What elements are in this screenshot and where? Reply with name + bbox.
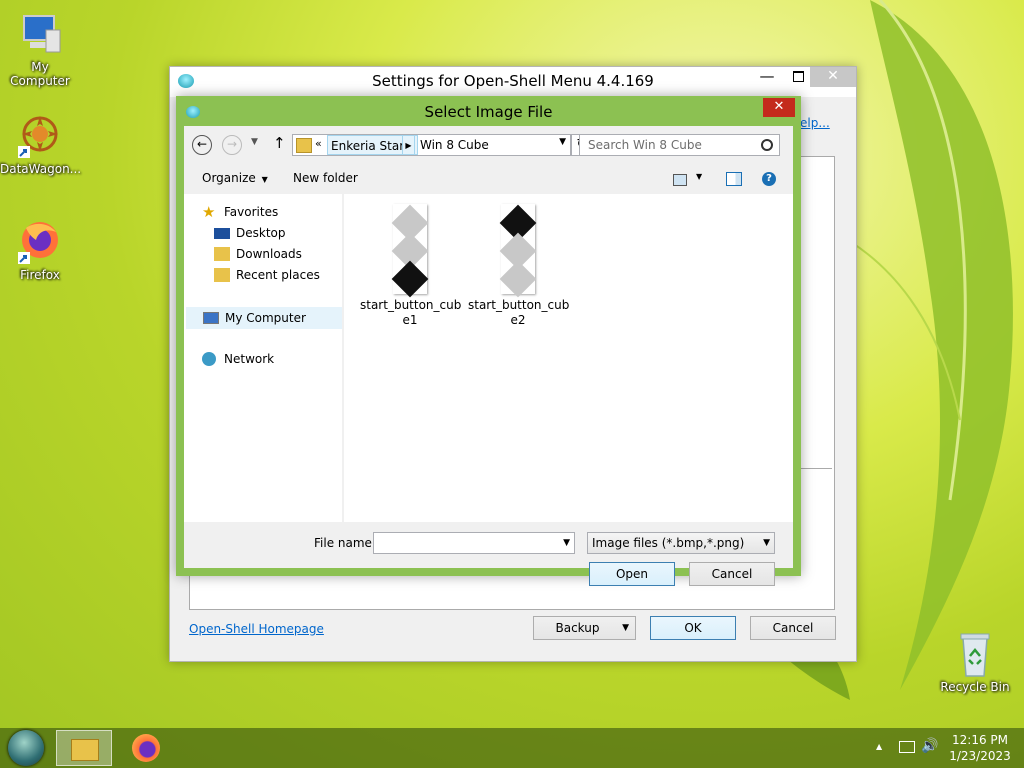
desktop-icon-recycle-bin[interactable]: Recycle Bin	[935, 630, 1015, 694]
taskbar: ▲ 🔊 12:16 PM 1/23/2023	[0, 728, 1024, 768]
file-type-select[interactable]: Image files (*.bmp,*.png) ▼	[587, 532, 775, 554]
organize-button[interactable]: Organize ▼	[202, 171, 268, 185]
image-thumbnail	[499, 204, 537, 298]
preview-pane-icon[interactable]	[726, 172, 742, 186]
dialog-close-button[interactable]: ✕	[763, 98, 795, 117]
chevron-down-icon: ▼	[261, 175, 268, 184]
search-icon	[761, 139, 773, 151]
nav-favorites[interactable]: ★ Favorites	[202, 202, 342, 222]
chevron-down-icon: ▼	[763, 538, 770, 548]
backup-button[interactable]: Backup ▼	[533, 616, 636, 640]
breadcrumb-current[interactable]: Win 8 Cube	[420, 135, 489, 155]
network-icon	[202, 352, 216, 366]
file-list: start_button_cub e1 start_button_cub e2	[344, 194, 793, 522]
start-button[interactable]	[8, 730, 44, 766]
desktop-icon-label: My Computer	[10, 60, 70, 88]
desktop-icon-label: Firefox	[20, 268, 60, 282]
help-icon[interactable]: ?	[762, 172, 776, 186]
folder-icon	[296, 138, 312, 153]
folder-icon	[71, 739, 99, 761]
dropdown-arrow-icon: ▼	[622, 623, 629, 633]
open-shell-icon	[178, 74, 194, 88]
nav-my-computer[interactable]: My Computer	[186, 307, 342, 329]
file-name-line2: e2	[510, 313, 526, 327]
chevron-down-icon[interactable]: ▼	[563, 533, 570, 553]
image-thumbnail	[391, 204, 429, 298]
homepage-link[interactable]: Open-Shell Homepage	[189, 622, 324, 636]
file-name-label: File name:	[314, 536, 376, 550]
address-dropdown-icon[interactable]: ▼	[559, 137, 566, 147]
nav-desktop[interactable]: Desktop	[214, 223, 342, 243]
star-icon: ★	[202, 203, 216, 221]
clock[interactable]: 12:16 PM 1/23/2023	[945, 732, 1015, 764]
navigation-pane: ★ Favorites Desktop Downloads Recent pla…	[184, 194, 342, 522]
settings-titlebar[interactable]: Settings for Open-Shell Menu 4.4.169 — ✕	[170, 67, 856, 97]
file-name-input[interactable]: ▼	[373, 532, 575, 554]
up-button[interactable]: ↑	[273, 134, 286, 152]
address-bar[interactable]: « Enkeria Star... ▶ Win 8 Cube ▼	[292, 134, 571, 156]
file-item[interactable]: start_button_cub e1	[360, 204, 462, 328]
open-button[interactable]: Open	[589, 562, 675, 586]
maximize-button[interactable]	[793, 71, 804, 82]
view-options-icon[interactable]	[673, 174, 687, 186]
datawagon-icon	[16, 112, 64, 160]
back-button[interactable]: ←	[192, 135, 212, 155]
select-image-dialog: Select Image File ✕ ← → ▼ ↑ « Enkeria St…	[176, 96, 801, 586]
divider	[800, 468, 832, 469]
dialog-body: ← → ▼ ↑ « Enkeria Star... ▶ Win 8 Cube ▼…	[184, 126, 793, 586]
show-hidden-icons-icon[interactable]: ▲	[876, 742, 882, 751]
command-bar: Organize ▼ New folder ▼ ?	[184, 164, 793, 194]
firefox-taskbar-button[interactable]	[130, 732, 162, 764]
recent-locations-chevron-icon[interactable]: ▼	[251, 137, 258, 147]
file-explorer-taskbar-button[interactable]	[56, 730, 112, 766]
nav-network[interactable]: Network	[202, 349, 342, 369]
desktop-icon-label: DataWagon...	[0, 162, 82, 176]
settings-title: Settings for Open-Shell Menu 4.4.169	[372, 72, 654, 90]
search-box[interactable]: Search Win 8 Cube	[579, 134, 780, 156]
computer-icon	[16, 10, 64, 58]
desktop-icon-firefox[interactable]: Firefox	[0, 218, 80, 282]
firefox-icon	[132, 734, 160, 762]
file-name-line2: e1	[402, 313, 418, 327]
file-type-value: Image files (*.bmp,*.png)	[592, 536, 745, 550]
desktop-icon-datawagon[interactable]: DataWagon...	[0, 112, 82, 176]
file-item[interactable]: start_button_cub e2	[468, 204, 570, 328]
forward-button[interactable]: →	[222, 135, 242, 155]
file-name-line1: start_button_cub	[360, 298, 462, 312]
network-tray-icon[interactable]	[899, 741, 915, 753]
view-chevron-icon[interactable]: ▼	[696, 172, 702, 181]
breadcrumb-overflow[interactable]: «	[315, 137, 322, 150]
clock-time: 12:16 PM	[952, 733, 1008, 747]
firefox-icon	[16, 218, 64, 266]
search-input[interactable]: Search Win 8 Cube	[588, 135, 702, 155]
desktop-icon-label: Recycle Bin	[940, 680, 1010, 694]
file-name-line1: start_button_cub	[468, 298, 570, 312]
dialog-titlebar[interactable]: Select Image File ✕	[176, 96, 801, 126]
new-folder-button[interactable]: New folder	[293, 171, 358, 185]
settings-cancel-button[interactable]: Cancel	[750, 616, 836, 640]
backup-label: Backup	[555, 621, 600, 635]
settings-close-button[interactable]: ✕	[810, 67, 856, 87]
organize-label: Organize	[202, 171, 256, 185]
open-shell-icon	[186, 106, 200, 118]
breadcrumb-separator-icon[interactable]: ▶	[402, 135, 415, 155]
nav-downloads[interactable]: Downloads	[214, 244, 342, 264]
ok-button[interactable]: OK	[650, 616, 736, 640]
dialog-cancel-button[interactable]: Cancel	[689, 562, 775, 586]
help-link[interactable]: elp...	[800, 116, 830, 130]
recent-places-icon	[214, 268, 230, 282]
desktop-icon-my-computer[interactable]: My Computer	[0, 10, 80, 88]
nav-recent-places[interactable]: Recent places	[214, 265, 342, 285]
dialog-title: Select Image File	[424, 103, 553, 121]
clock-date: 1/23/2023	[949, 749, 1011, 763]
desktop-icon	[214, 228, 230, 239]
computer-icon	[203, 312, 219, 324]
recycle-bin-icon	[951, 630, 999, 678]
minimize-button[interactable]: —	[754, 67, 780, 89]
downloads-icon	[214, 247, 230, 261]
volume-icon[interactable]: 🔊	[921, 738, 938, 754]
